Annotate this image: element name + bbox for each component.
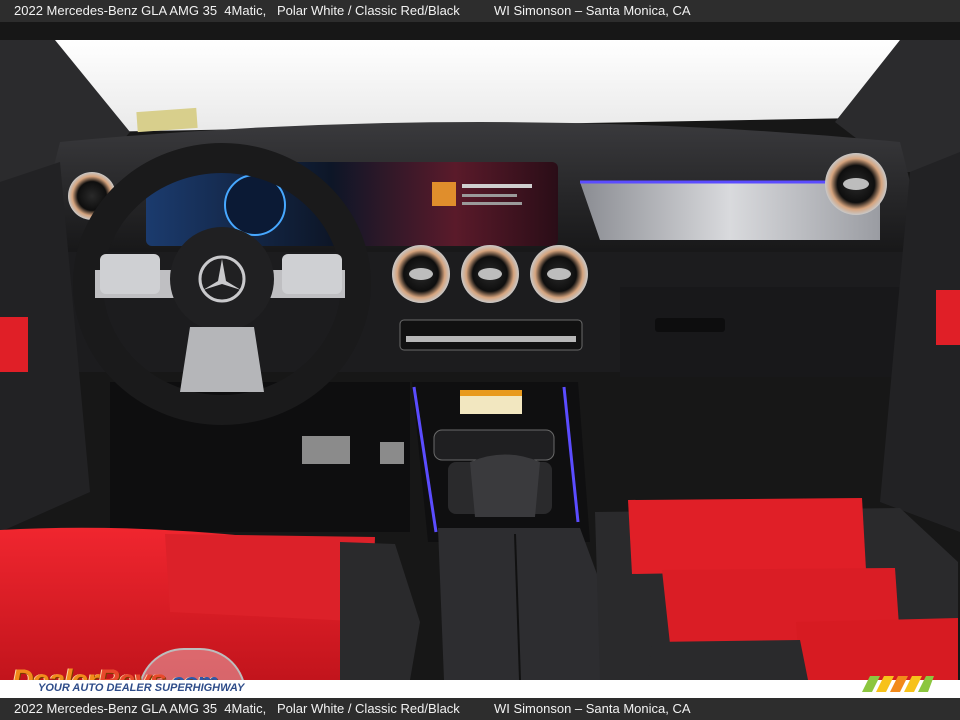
dealer-location-footer: WI Simonson – Santa Monica, CA (494, 701, 691, 716)
dealerrevs-flag-icon (862, 676, 934, 692)
dealerrevs-watermark: DealerRevs.com (12, 644, 312, 680)
dealer-location: WI Simonson – Santa Monica, CA (494, 3, 691, 18)
brand-part-2: Revs (98, 664, 167, 680)
brand-part-1: Dealer (12, 664, 99, 680)
watermark-strip: YOUR AUTO DEALER SUPERHIGHWAY (0, 680, 960, 698)
watermark-brand: DealerRevs.com (12, 664, 218, 680)
brand-part-3: .com (165, 669, 218, 680)
vehicle-title-footer: 2022 Mercedes-Benz GLA AMG 35 4Matic, Po… (14, 701, 460, 716)
header-caption-bar: 2022 Mercedes-Benz GLA AMG 35 4Matic, Po… (0, 0, 960, 22)
touchpad (470, 454, 540, 517)
vehicle-title: 2022 Mercedes-Benz GLA AMG 35 4Matic, Po… (14, 3, 460, 18)
footer-caption-bar: 2022 Mercedes-Benz GLA AMG 35 4Matic, Po… (0, 698, 960, 720)
interior-photo: DealerRevs.com (0, 22, 960, 680)
watermark-tagline: YOUR AUTO DEALER SUPERHIGHWAY (38, 682, 245, 694)
